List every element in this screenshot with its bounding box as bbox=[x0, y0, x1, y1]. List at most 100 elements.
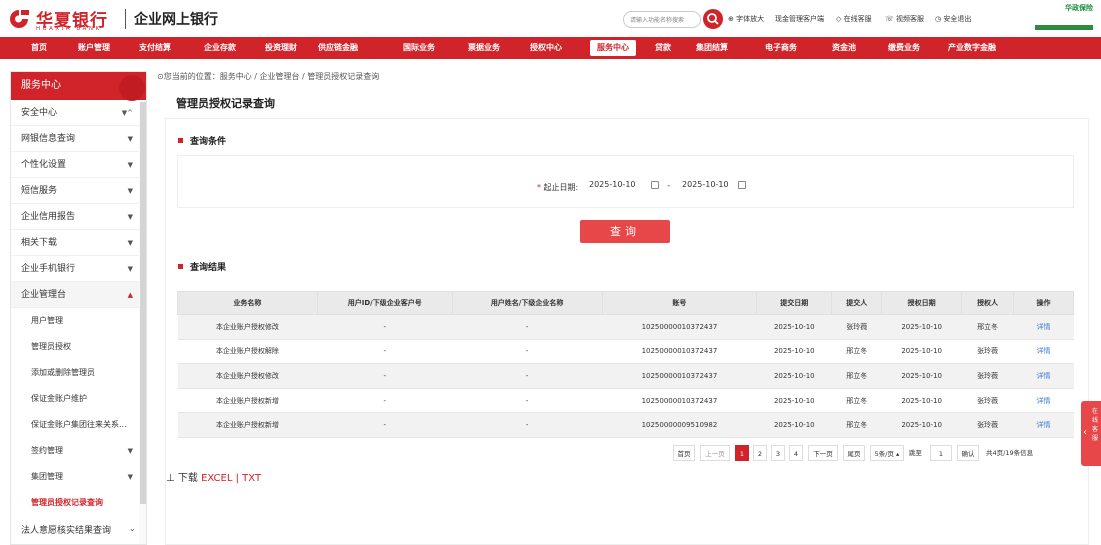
chevron-left-icon: ‹ bbox=[1083, 427, 1087, 438]
function-search-input[interactable]: 请输入功能名称搜索 bbox=[623, 11, 701, 28]
detail-link[interactable]: 详情 bbox=[1013, 388, 1074, 414]
chevron-down-icon: ▼ bbox=[127, 135, 133, 143]
video-service-link[interactable]: ☏ 视频客服 bbox=[885, 14, 924, 24]
download-icon: ⊥ bbox=[166, 473, 175, 484]
table-cell: 本企业账户授权新增 bbox=[177, 412, 318, 438]
table-cell: 2025-10-10 bbox=[881, 363, 962, 389]
brand-divider bbox=[125, 9, 126, 29]
sidebar-sub-user-mgmt[interactable]: 用户管理 bbox=[11, 308, 139, 334]
sidebar-item-label: 企业管理台 bbox=[21, 290, 67, 300]
sidebar-title-decoration bbox=[119, 75, 145, 101]
table-cell: 本企业账户授权修改 bbox=[177, 363, 318, 389]
query-result-label: 查询结果 bbox=[190, 263, 227, 273]
nav-bills[interactable]: 票据业务 bbox=[468, 37, 500, 59]
calendar-icon[interactable] bbox=[651, 181, 659, 189]
sidebar-sub-group-mgmt[interactable]: 集团管理 ▼ bbox=[11, 464, 139, 490]
required-mark: * bbox=[537, 183, 541, 192]
location-pin-icon: ⊙ bbox=[157, 72, 164, 81]
search-button[interactable] bbox=[703, 9, 723, 29]
page-button[interactable]: 2 bbox=[753, 445, 767, 461]
page-button[interactable]: 1 bbox=[735, 445, 749, 461]
prev-page-button[interactable]: 上一页 bbox=[700, 445, 730, 461]
nav-group-settlement[interactable]: 集团结算 bbox=[696, 37, 728, 59]
sidebar-scroll-thumb[interactable] bbox=[140, 102, 146, 504]
nav-payment[interactable]: 支付结算 bbox=[139, 37, 171, 59]
nav-cash-pool[interactable]: 资金池 bbox=[832, 37, 856, 59]
sidebar-item-credit-report[interactable]: 企业信用报告 ▼ bbox=[11, 204, 139, 230]
nav-home[interactable]: 首页 bbox=[31, 37, 47, 59]
nav-account[interactable]: 账户管理 bbox=[78, 37, 110, 59]
breadcrumb-text: 您当前的位置：服务中心 / 企业管理台 / 管理员授权记录查询 bbox=[163, 72, 380, 81]
column-header: 账号 bbox=[601, 291, 758, 315]
sidebar-item-security[interactable]: 安全中心 ▼^ bbox=[11, 100, 139, 126]
nav-international[interactable]: 国际业务 bbox=[403, 37, 435, 59]
table-header-row: 业务名称 用户ID/下级企业客户号 用户姓名/下级企业名称 账号 提交日期 提交… bbox=[177, 291, 1074, 315]
nav-ecommerce[interactable]: 电子商务 bbox=[765, 37, 797, 59]
sidebar-sub-margin-account[interactable]: 保证金账户维护 bbox=[11, 386, 139, 412]
sidebar-item-legal-verify[interactable]: 法人意愿核实结果查询 bbox=[11, 516, 139, 544]
query-condition-title: 查询条件 bbox=[178, 134, 226, 147]
detail-link[interactable]: 详情 bbox=[1013, 314, 1074, 340]
sidebar-item-info-query[interactable]: 网银信息查询 ▼ bbox=[11, 126, 139, 152]
table-cell: 10250000010372437 bbox=[602, 339, 757, 365]
page-button[interactable]: 4 bbox=[789, 445, 803, 461]
brand-subtitle: 企业网上银行 bbox=[134, 12, 218, 28]
nav-deposit[interactable]: 企业存款 bbox=[204, 37, 236, 59]
calendar-icon[interactable] bbox=[738, 181, 746, 189]
sidebar-item-sms[interactable]: 短信服务 ▼ bbox=[11, 178, 139, 204]
logout-link[interactable]: ◷ 安全退出 bbox=[935, 14, 971, 24]
table-cell: 张玲薇 bbox=[961, 412, 1014, 438]
sidebar-item-enterprise-console[interactable]: 企业管理台 ▲ bbox=[11, 282, 139, 308]
table-cell: 10250000010372437 bbox=[602, 314, 757, 340]
table-cell: 本企业账户授权修改 bbox=[177, 314, 318, 340]
goto-confirm-button[interactable]: 确认 bbox=[957, 445, 979, 461]
nav-auth-center[interactable]: 授权中心 bbox=[530, 37, 562, 59]
sidebar-sub-margin-group[interactable]: 保证金账户集团往来关系... bbox=[11, 412, 139, 438]
partner-logo: 华政保险 bbox=[1035, 3, 1093, 33]
cash-mgmt-client-link[interactable]: 现金管理客户端 bbox=[775, 14, 824, 24]
table-cell: 10250000010372437 bbox=[602, 388, 757, 414]
detail-link[interactable]: 详情 bbox=[1013, 412, 1074, 438]
floating-service-tab[interactable]: ‹ 在线客服 bbox=[1081, 401, 1101, 466]
sidebar-item-mobile-bank[interactable]: 企业手机银行 ▼ bbox=[11, 256, 139, 282]
nav-loan[interactable]: 贷款 bbox=[655, 37, 671, 59]
online-service-label: 在线客服 bbox=[843, 15, 872, 23]
sidebar-title-text: 服务中心 bbox=[21, 80, 61, 91]
sidebar-sub-auth-record-query[interactable]: 管理员授权记录查询 bbox=[11, 490, 139, 516]
table-cell: - bbox=[317, 314, 453, 340]
detail-link[interactable]: 详情 bbox=[1013, 363, 1074, 389]
scroll-down-icon[interactable]: ⌄ bbox=[129, 524, 136, 533]
chevron-down-icon: ▼ bbox=[127, 265, 133, 273]
nav-industry-digital[interactable]: 产业数字金融 bbox=[948, 37, 996, 59]
sidebar-item-label: 短信服务 bbox=[21, 186, 58, 196]
detail-link[interactable]: 详情 bbox=[1013, 339, 1074, 365]
page-button[interactable]: 3 bbox=[771, 445, 785, 461]
sidebar-sub-admin-auth[interactable]: 管理员授权 bbox=[11, 334, 139, 360]
sidebar-sub-add-remove-admin[interactable]: 添加或删除管理员 bbox=[11, 360, 139, 386]
sidebar-item-downloads[interactable]: 相关下载 ▼ bbox=[11, 230, 139, 256]
goto-page-input[interactable]: 1 bbox=[930, 445, 952, 461]
download-excel-link[interactable]: EXCEL bbox=[201, 473, 232, 484]
nav-service-center[interactable]: 服务中心 bbox=[590, 40, 636, 56]
last-page-button[interactable]: 尾页 bbox=[843, 445, 865, 461]
download-txt-link[interactable]: TXT bbox=[242, 473, 261, 484]
nav-fee-payment[interactable]: 缴费业务 bbox=[888, 37, 920, 59]
query-button[interactable]: 查询 bbox=[580, 220, 670, 243]
sidebar-item-personalize[interactable]: 个性化设置 ▼ bbox=[11, 152, 139, 178]
next-page-button[interactable]: 下一页 bbox=[808, 445, 838, 461]
nav-investment[interactable]: 投资理财 bbox=[265, 37, 297, 59]
table-cell: - bbox=[317, 339, 453, 365]
sidebar-sub-label: 签约管理 bbox=[31, 446, 63, 455]
column-header: 提交日期 bbox=[756, 291, 833, 315]
page-size-select[interactable]: 5条/页 ▴ bbox=[870, 445, 904, 461]
first-page-button[interactable]: 首页 bbox=[673, 445, 695, 461]
font-enlarge-link[interactable]: ⊕ 字体放大 bbox=[728, 14, 764, 24]
table-cell: 本企业账户授权新增 bbox=[177, 388, 318, 414]
table-row: 本企业账户授权修改 - -10250000010372437 2025-10-10 邢立… bbox=[177, 363, 1074, 389]
column-header: 提交人 bbox=[831, 291, 883, 315]
online-service-link[interactable]: ◇ 在线客服 bbox=[836, 14, 872, 24]
nav-supply-chain[interactable]: 供应链金融 bbox=[318, 37, 358, 59]
huaxia-logo-icon[interactable] bbox=[8, 9, 30, 28]
table-cell: - bbox=[317, 412, 453, 438]
sidebar-sub-signing[interactable]: 签约管理 ▼ bbox=[11, 438, 139, 464]
